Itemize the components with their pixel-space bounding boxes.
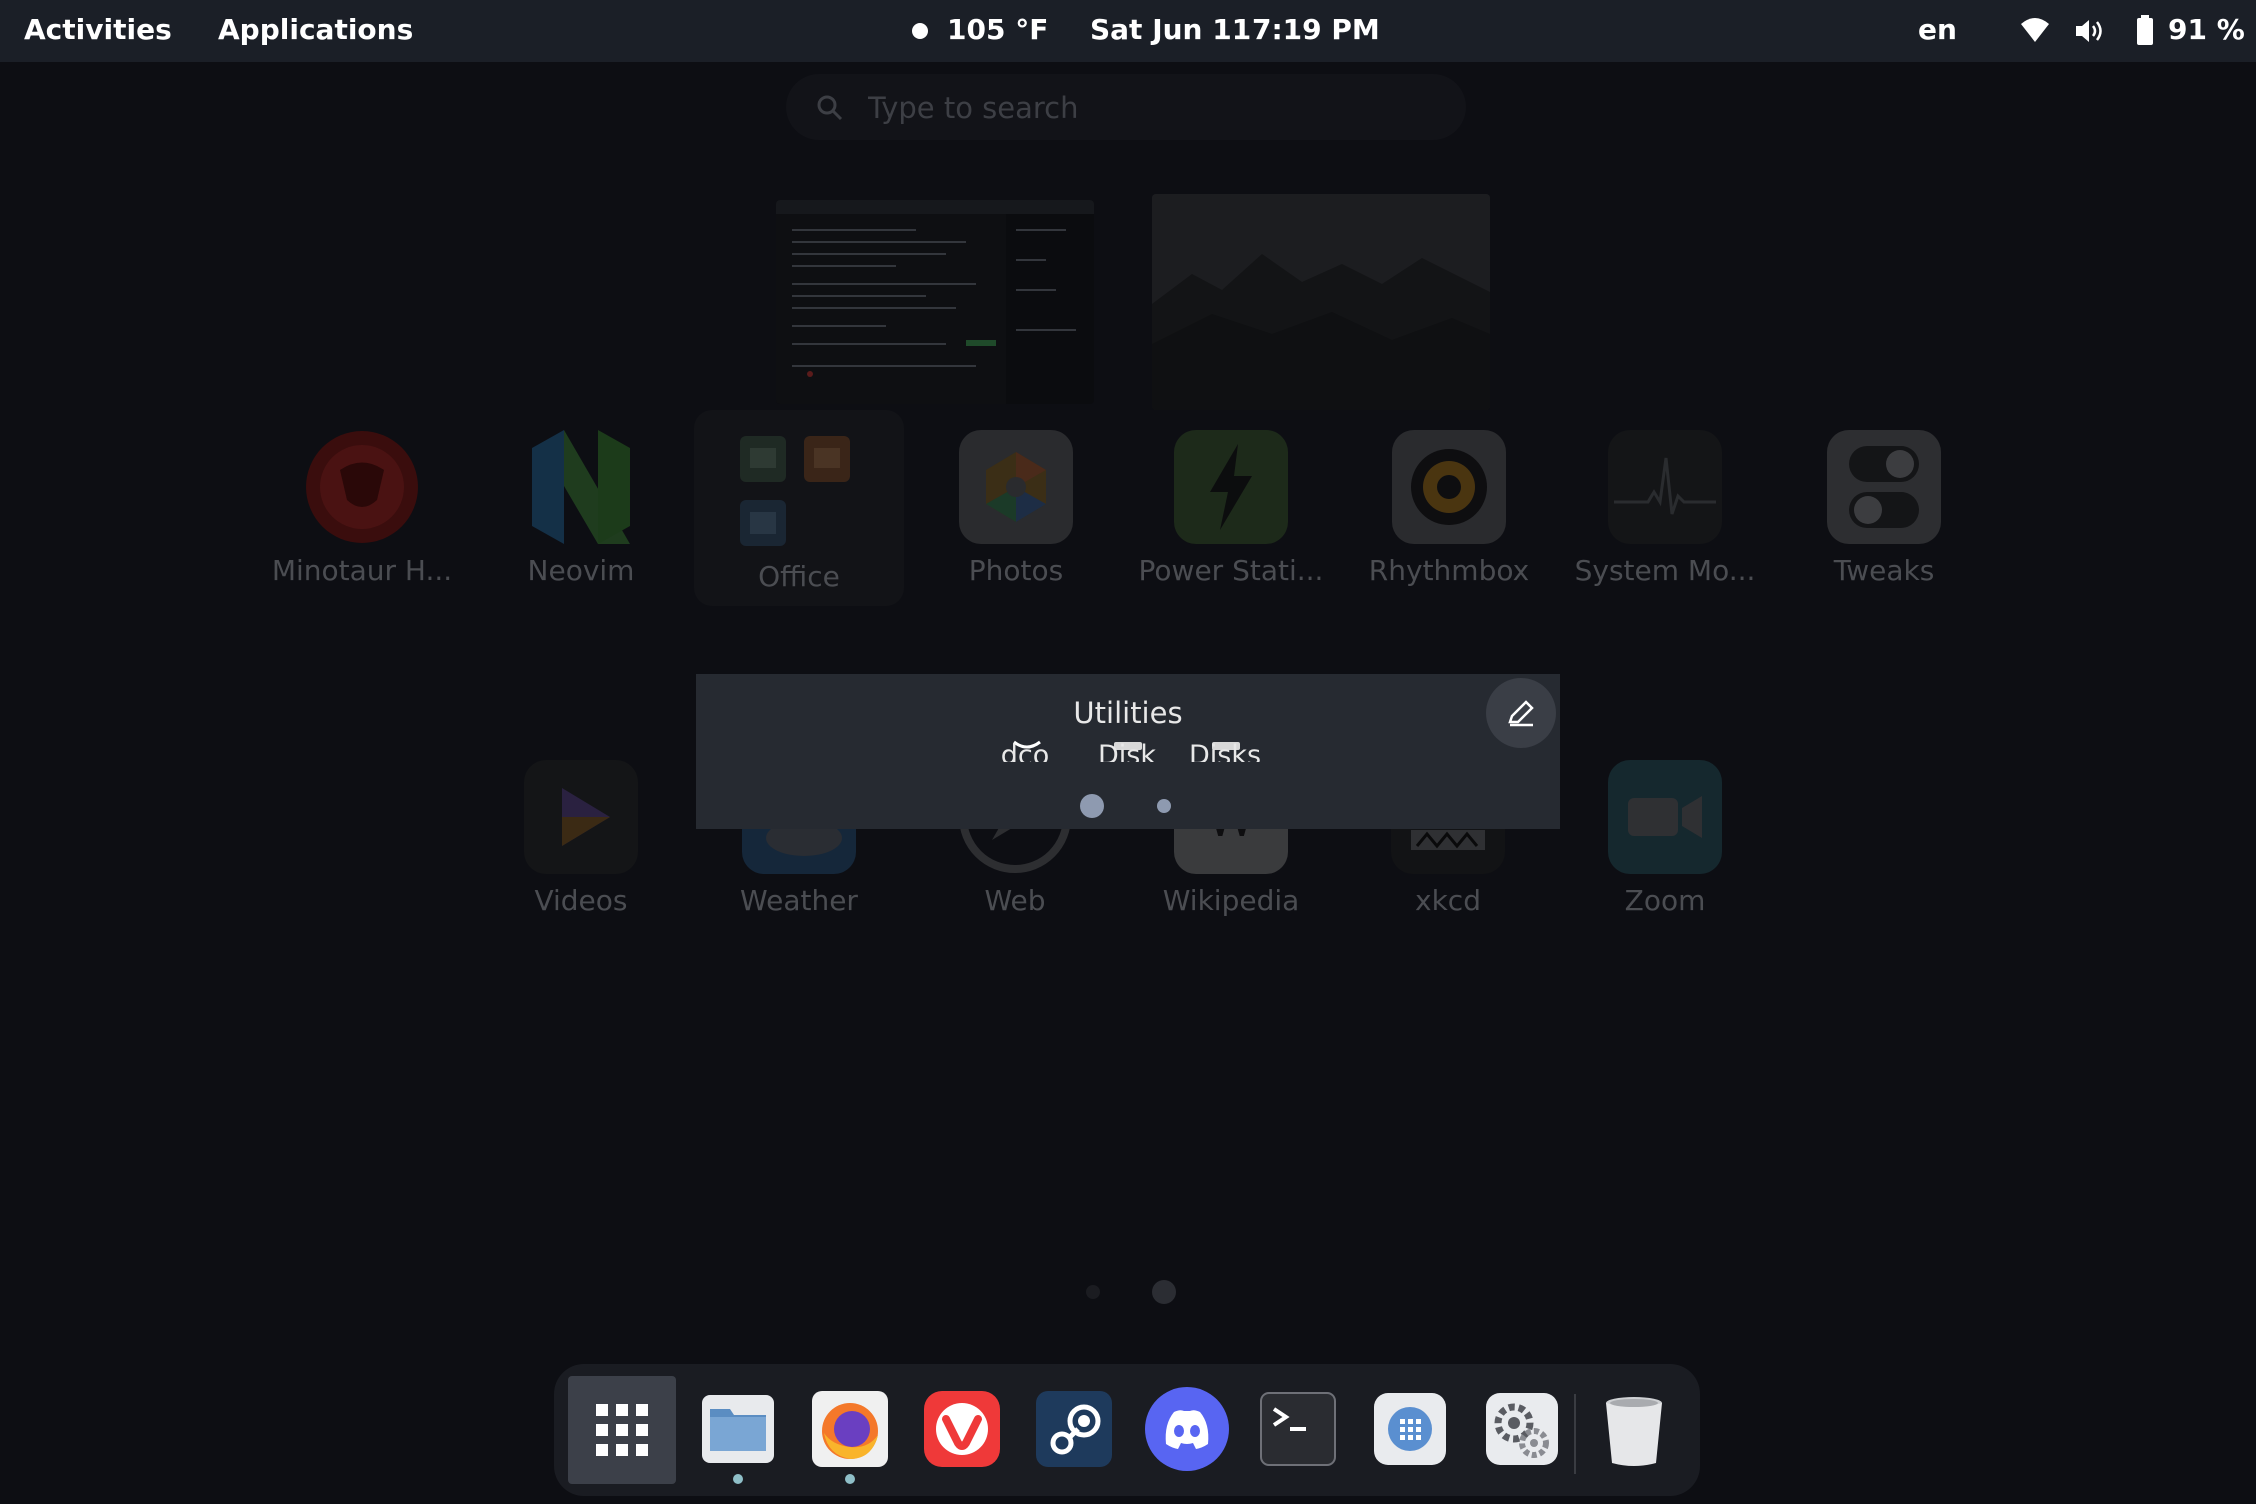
mountain-wallpaper-preview	[1152, 194, 1490, 410]
dock-software[interactable]	[1370, 1389, 1450, 1469]
wifi-icon[interactable]	[2020, 16, 2050, 44]
activities-button[interactable]: Activities	[24, 0, 172, 62]
app-label: Wikipedia	[1162, 884, 1300, 917]
app-label: System Mo...	[1574, 554, 1756, 587]
volume-icon[interactable]	[2074, 17, 2106, 45]
app-label: Minotaur H...	[271, 554, 453, 587]
neovim-icon	[532, 430, 630, 544]
dock-steam[interactable]	[1034, 1389, 1114, 1469]
battery-percent: 91 %	[2168, 13, 2245, 46]
weather-temp[interactable]: 105 °F	[947, 0, 1048, 62]
app-label: Power Stati...	[1138, 554, 1324, 587]
photos-icon	[959, 430, 1073, 544]
discord-icon	[1145, 1387, 1229, 1471]
app-tweaks[interactable]: Tweaks	[1779, 430, 1989, 590]
app-label: Tweaks	[1833, 554, 1935, 587]
clock-time[interactable]: 7:19 PM	[1252, 0, 1380, 62]
dock-terminal[interactable]	[1258, 1389, 1338, 1469]
power-station-icon	[1174, 430, 1288, 544]
dock-settings[interactable]	[1482, 1389, 1562, 1469]
top-bar: Activities Applications 105 °F Sat Jun 1…	[0, 0, 2256, 62]
folder-title: Utilities	[1073, 696, 1183, 730]
app-grid-icon	[596, 1404, 648, 1456]
terminal-window-preview	[776, 200, 1094, 404]
app-label: Weather	[740, 884, 858, 917]
battery-icon[interactable]	[2136, 15, 2154, 45]
videos-icon	[524, 760, 638, 874]
dock-vivaldi[interactable]	[922, 1389, 1002, 1469]
dock-show-apps[interactable]	[568, 1376, 676, 1484]
app-label: Zoom	[1624, 884, 1706, 917]
folder-popup-utilities: Utilities dco Disk Disks	[696, 674, 1560, 829]
app-label: Rhythmbox	[1368, 554, 1530, 587]
app-neovim[interactable]: Neovim	[476, 430, 686, 590]
folder-page-dot-active[interactable]	[1080, 794, 1104, 818]
app-label: Photos	[968, 554, 1064, 587]
weather-sun-icon	[912, 23, 928, 39]
app-rhythmbox[interactable]: Rhythmbox	[1344, 430, 1554, 590]
dock	[554, 1364, 1700, 1496]
tweaks-icon	[1827, 430, 1941, 544]
app-label: Office	[758, 560, 840, 593]
clock-date[interactable]: Sat Jun 11	[1090, 0, 1251, 62]
folder-item-label[interactable]: Disk	[1072, 740, 1182, 762]
files-icon	[702, 1395, 774, 1463]
search-entry[interactable]	[786, 74, 1466, 142]
office-folder-icon	[740, 436, 850, 546]
vivaldi-icon	[924, 1391, 1000, 1467]
dock-files[interactable]	[698, 1389, 778, 1469]
folder-rename-button[interactable]	[1486, 678, 1556, 748]
running-indicator	[845, 1474, 855, 1484]
app-label: xkcd	[1415, 884, 1481, 917]
zoom-icon	[1608, 760, 1722, 874]
workspace-thumbnail-1[interactable]	[776, 200, 1094, 404]
terminal-icon	[1260, 1392, 1336, 1466]
app-system-monitor[interactable]: System Mo...	[1560, 430, 1770, 590]
system-monitor-icon	[1608, 430, 1722, 544]
pencil-icon	[1508, 700, 1534, 727]
dock-discord[interactable]	[1144, 1386, 1230, 1472]
settings-icon	[1486, 1393, 1558, 1465]
app-label: Web	[984, 884, 1046, 917]
app-minotaur[interactable]: Minotaur H...	[257, 430, 467, 590]
app-folder-office[interactable]: Office	[694, 410, 904, 606]
applications-menu[interactable]: Applications	[218, 0, 413, 62]
steam-icon	[1036, 1391, 1112, 1467]
running-indicator	[733, 1474, 743, 1484]
firefox-icon	[812, 1391, 888, 1467]
folder-item-label[interactable]: Disks	[1170, 740, 1280, 762]
app-label: Videos	[534, 884, 628, 917]
dock-firefox[interactable]	[810, 1389, 890, 1469]
app-power-station[interactable]: Power Stati...	[1126, 430, 1336, 590]
folder-item-label[interactable]: dco	[970, 740, 1080, 762]
grid-page-dot[interactable]	[1086, 1285, 1100, 1299]
app-zoom[interactable]: Zoom	[1560, 760, 1770, 920]
app-photos[interactable]: Photos	[911, 430, 1121, 590]
search-input[interactable]	[866, 74, 1430, 142]
search-icon	[817, 95, 843, 121]
dock-trash[interactable]	[1594, 1389, 1674, 1469]
trash-icon	[1606, 1397, 1662, 1466]
dock-separator	[1574, 1394, 1576, 1474]
minotaur-icon	[306, 431, 418, 543]
keyboard-layout-indicator[interactable]: en	[1918, 0, 1957, 62]
software-icon	[1374, 1393, 1446, 1465]
app-videos[interactable]: Videos	[476, 760, 686, 920]
grid-page-dot-active[interactable]	[1152, 1280, 1176, 1304]
workspace-thumbnail-2[interactable]	[1152, 194, 1490, 410]
folder-page-dot[interactable]	[1157, 799, 1171, 813]
app-label: Neovim	[527, 554, 635, 587]
rhythmbox-icon	[1392, 430, 1506, 544]
